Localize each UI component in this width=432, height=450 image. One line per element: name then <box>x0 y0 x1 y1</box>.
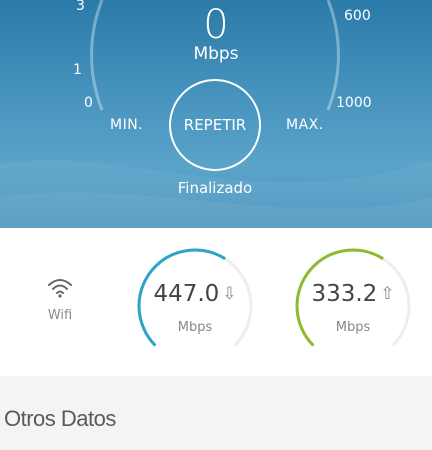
current-speed-unit: Mbps <box>193 44 239 64</box>
upload-value: 333.2 <box>311 281 378 307</box>
upload-unit: Mbps <box>335 320 371 335</box>
other-data-title: Otros Datos <box>4 406 116 431</box>
download-arrow-icon: ⇩ <box>222 284 237 304</box>
repeat-button-label: REPETIR <box>183 116 247 134</box>
test-status: Finalizado <box>177 179 253 197</box>
speed-test-panel: 3 1 0 600 1000 0 Mbps MIN. MAX. REPETIR … <box>0 0 432 228</box>
scale-label-3: 3 <box>76 0 85 14</box>
upload-result: 333.2 ⇧ Mbps <box>293 246 413 366</box>
download-unit: Mbps <box>177 320 213 335</box>
results-panel: Wifi 447.0 ⇩ Mbps 333.2 ⇧ Mbps <box>0 228 432 376</box>
download-value: 447.0 <box>153 281 220 307</box>
gauge-arc-left <box>90 0 104 111</box>
min-label: MIN. <box>110 117 144 133</box>
download-result: 447.0 ⇩ Mbps <box>135 246 255 366</box>
scale-label-0: 0 <box>84 95 93 111</box>
gauge-arc-right <box>326 0 340 111</box>
wifi-icon <box>48 279 72 298</box>
current-speed-value: 0 <box>203 2 229 48</box>
repeat-button[interactable]: REPETIR <box>169 79 261 171</box>
max-label: MAX. <box>286 117 324 133</box>
upload-value-row: 333.2 ⇧ <box>293 281 413 307</box>
scale-label-600: 600 <box>344 8 371 24</box>
download-value-row: 447.0 ⇩ <box>135 281 255 307</box>
scale-label-1: 1 <box>73 62 82 78</box>
connection-label: Wifi <box>47 308 73 323</box>
upload-arrow-icon: ⇧ <box>380 284 395 304</box>
scale-label-1000: 1000 <box>336 95 372 111</box>
connection-type: Wifi <box>30 276 90 323</box>
